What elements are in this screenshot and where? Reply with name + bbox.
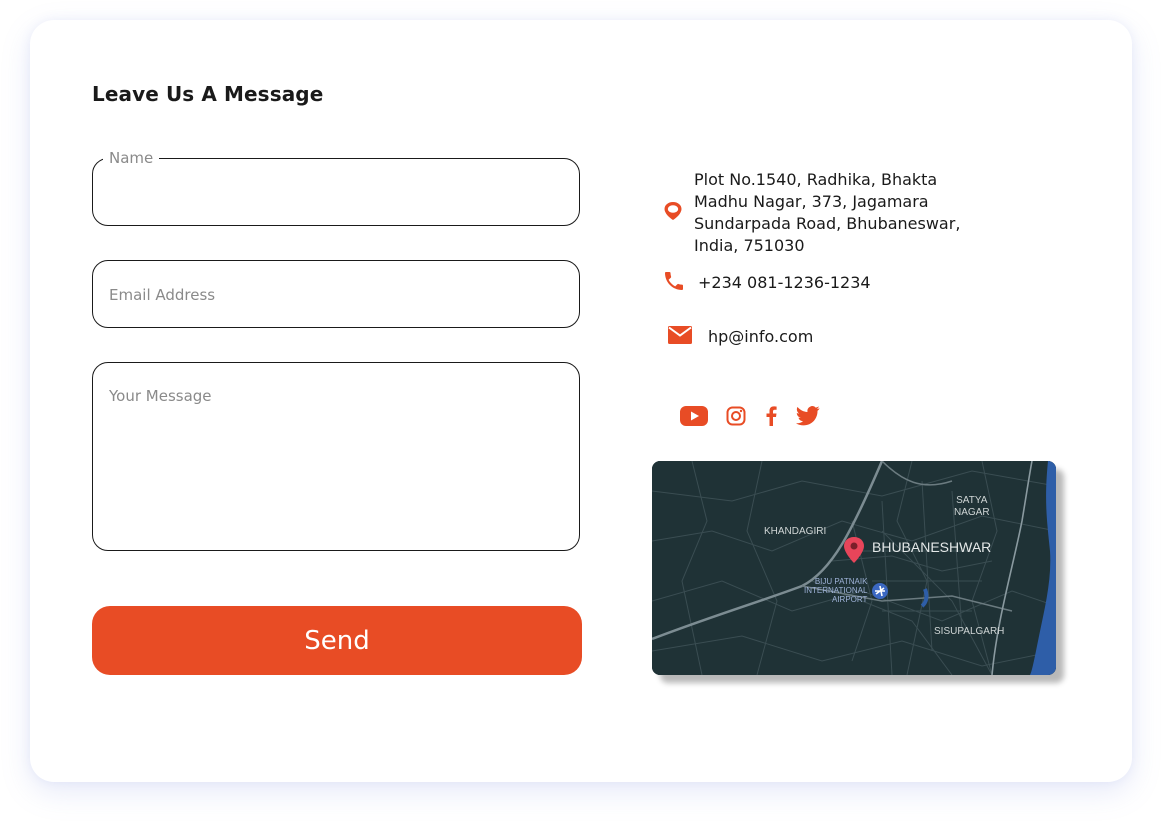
address-row: Plot No.1540, Radhika, Bhakta Madhu Naga… xyxy=(662,169,984,257)
youtube-icon[interactable] xyxy=(680,406,708,426)
map-label-airport-line2: INTERNATIONAL xyxy=(804,586,868,595)
map-label-satya: SATYA xyxy=(956,495,988,506)
map-label-sisupalgarh: SISUPALGARH xyxy=(934,626,1005,637)
map-view[interactable]: KHANDAGIRI BHUBANESHWAR SATYA NAGAR BIJU… xyxy=(652,461,1056,675)
facebook-icon[interactable] xyxy=(764,406,778,426)
message-field[interactable] xyxy=(92,362,580,551)
map-label-airport: BIJU PATNAIK INTERNATIONAL AIRPORT xyxy=(804,577,867,604)
map-label-airport-line1: BIJU PATNAIK xyxy=(814,577,868,586)
map-canvas xyxy=(652,461,1056,675)
address-text: Plot No.1540, Radhika, Bhakta Madhu Naga… xyxy=(694,170,961,255)
phone-icon xyxy=(662,268,686,298)
send-button[interactable]: Send xyxy=(92,606,582,675)
location-pin-icon xyxy=(662,200,684,226)
twitter-icon[interactable] xyxy=(796,406,820,426)
name-input[interactable] xyxy=(109,183,563,203)
map-label-airport-line3: AIRPORT xyxy=(832,595,868,604)
phone-text[interactable]: +234 081-1236-1234 xyxy=(698,272,871,294)
map-label-city: BHUBANESHWAR xyxy=(872,539,992,555)
message-textarea[interactable] xyxy=(109,387,563,537)
map-label-khandagiri: KHANDAGIRI xyxy=(764,526,827,537)
phone-row: +234 081-1236-1234 xyxy=(662,268,871,298)
social-links xyxy=(680,406,838,426)
name-field[interactable]: Name xyxy=(92,149,580,226)
mail-icon xyxy=(668,326,692,348)
map-label-nagar: NAGAR xyxy=(954,507,990,518)
name-label: Name xyxy=(103,149,160,167)
email-row: hp@info.com xyxy=(668,326,813,348)
email-text[interactable]: hp@info.com xyxy=(708,326,813,348)
map-label-satya-nagar: SATYA NAGAR xyxy=(954,495,990,519)
email-field[interactable] xyxy=(92,260,580,328)
email-input[interactable] xyxy=(109,285,563,305)
instagram-icon[interactable] xyxy=(726,406,746,426)
form-heading: Leave Us A Message xyxy=(92,82,324,106)
contact-card: Leave Us A Message Name Send Plot No.154… xyxy=(30,20,1132,782)
